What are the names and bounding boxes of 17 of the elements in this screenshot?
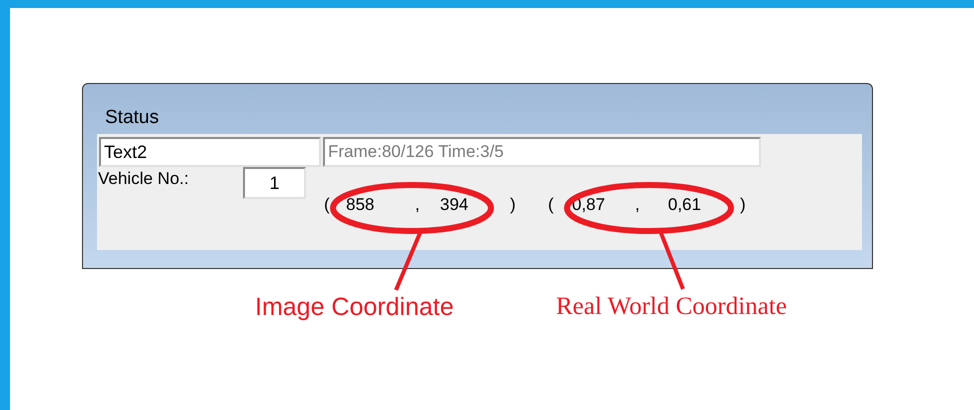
- parenthesis: (: [324, 195, 330, 215]
- window-title: Status: [105, 106, 159, 130]
- parenthesis: ): [740, 195, 746, 215]
- leader-line: [394, 232, 422, 291]
- text-field[interactable]: Text2: [99, 137, 321, 167]
- leader-line: [659, 232, 685, 290]
- annotation-label: Real World Coordinate: [556, 292, 787, 322]
- coordinate-value: 394: [440, 195, 468, 215]
- comma: ,: [635, 195, 640, 215]
- parenthesis: (: [548, 195, 554, 215]
- comma: ,: [415, 195, 420, 215]
- vehicle-label: Vehicle No.:: [98, 169, 189, 189]
- coordinate-value: 858: [346, 195, 374, 215]
- coordinate-value: 0,61: [668, 195, 702, 215]
- annotation-label: Image Coordinate: [255, 292, 454, 322]
- parenthesis: ): [510, 195, 516, 215]
- vehicle-number-field[interactable]: 1: [243, 167, 306, 199]
